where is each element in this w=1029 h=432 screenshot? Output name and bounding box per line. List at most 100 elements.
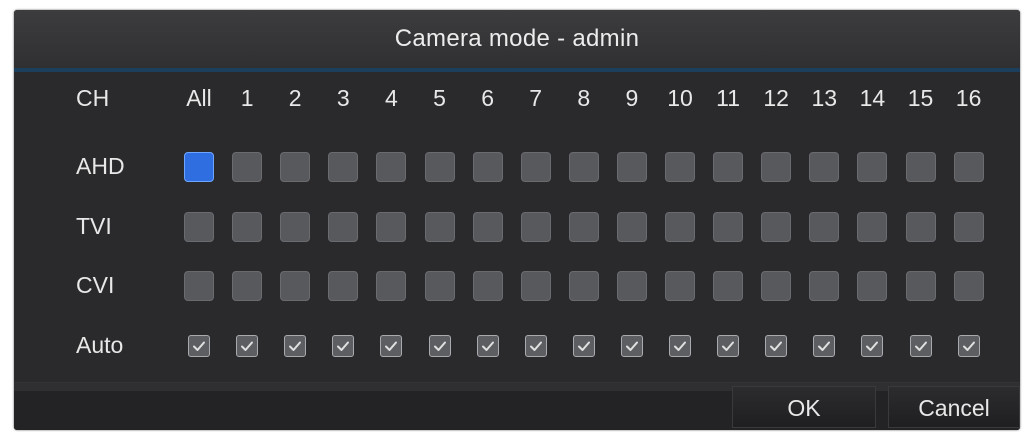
ahd-option-ch4[interactable] bbox=[376, 152, 407, 182]
ahd-option-ch9[interactable] bbox=[616, 152, 647, 182]
tvi-option-ch6[interactable] bbox=[472, 212, 503, 242]
ahd-option-ch7[interactable] bbox=[520, 152, 551, 182]
row-cvi: CVI bbox=[14, 267, 1020, 303]
tvi-option-ch2[interactable] bbox=[280, 212, 311, 242]
check-icon bbox=[337, 341, 350, 351]
cvi-option-all[interactable] bbox=[184, 271, 214, 301]
auto-checkbox-ch1[interactable] bbox=[236, 335, 259, 357]
tvi-option-ch8[interactable] bbox=[568, 212, 599, 242]
ahd-option-ch13[interactable] bbox=[809, 152, 840, 182]
tvi-option-ch11[interactable] bbox=[713, 212, 744, 242]
row-label-auto: Auto bbox=[76, 332, 124, 358]
cvi-option-ch3[interactable] bbox=[328, 271, 359, 301]
col-label-ch9: 9 bbox=[625, 85, 639, 111]
tvi-option-ch7[interactable] bbox=[520, 212, 551, 242]
auto-checkbox-ch11[interactable] bbox=[717, 335, 740, 357]
auto-checkbox-all[interactable] bbox=[188, 335, 210, 357]
col-label-all: All bbox=[186, 85, 212, 111]
check-icon bbox=[385, 341, 398, 351]
ahd-option-ch3[interactable] bbox=[328, 152, 359, 182]
cvi-option-ch5[interactable] bbox=[424, 271, 455, 301]
camera-mode-dialog: Camera mode - admin CH All 1 2 3 4 5 6 7 8 9 10 11 1… bbox=[14, 10, 1020, 430]
auto-checkbox-ch12[interactable] bbox=[765, 335, 788, 357]
tvi-option-ch14[interactable] bbox=[857, 212, 888, 242]
check-icon bbox=[770, 341, 783, 351]
tvi-option-ch12[interactable] bbox=[761, 212, 792, 242]
cvi-option-ch4[interactable] bbox=[376, 271, 407, 301]
tvi-option-ch13[interactable] bbox=[809, 212, 840, 242]
camera-mode-grid: CH All 1 2 3 4 5 6 7 8 9 10 11 12 13 14 15 16 AHD TVI CV… bbox=[14, 72, 1020, 382]
row-tvi: TVI bbox=[14, 208, 1020, 244]
ahd-option-ch14[interactable] bbox=[857, 152, 888, 182]
check-icon bbox=[818, 341, 831, 351]
check-icon bbox=[722, 341, 735, 351]
tvi-option-ch3[interactable] bbox=[328, 212, 359, 242]
auto-checkbox-ch2[interactable] bbox=[284, 335, 307, 357]
tvi-option-ch15[interactable] bbox=[905, 212, 936, 242]
auto-checkbox-ch16[interactable] bbox=[957, 335, 980, 357]
row-label-tvi: TVI bbox=[76, 213, 112, 239]
auto-checkbox-ch3[interactable] bbox=[332, 335, 355, 357]
ahd-option-ch10[interactable] bbox=[665, 152, 695, 182]
auto-checkbox-ch8[interactable] bbox=[572, 335, 595, 357]
ahd-option-ch2[interactable] bbox=[280, 152, 311, 182]
tvi-option-ch10[interactable] bbox=[665, 212, 695, 242]
cvi-option-ch14[interactable] bbox=[857, 271, 888, 301]
ahd-option-ch5[interactable] bbox=[424, 152, 455, 182]
cvi-option-ch15[interactable] bbox=[905, 271, 936, 301]
cvi-option-ch16[interactable] bbox=[953, 271, 984, 301]
auto-checkbox-ch14[interactable] bbox=[861, 335, 884, 357]
check-icon bbox=[529, 341, 542, 351]
cvi-option-ch2[interactable] bbox=[280, 271, 311, 301]
tvi-option-ch9[interactable] bbox=[616, 212, 647, 242]
auto-checkbox-ch5[interactable] bbox=[428, 335, 451, 357]
cvi-option-ch12[interactable] bbox=[761, 271, 792, 301]
check-icon bbox=[914, 341, 927, 351]
ahd-option-ch12[interactable] bbox=[761, 152, 792, 182]
ahd-option-all[interactable] bbox=[184, 152, 214, 182]
tvi-option-ch5[interactable] bbox=[424, 212, 455, 242]
cvi-option-ch8[interactable] bbox=[568, 271, 599, 301]
ahd-option-ch6[interactable] bbox=[472, 152, 503, 182]
check-icon bbox=[577, 341, 590, 351]
check-icon bbox=[241, 341, 254, 351]
ahd-option-ch11[interactable] bbox=[713, 152, 744, 182]
auto-checkbox-ch13[interactable] bbox=[813, 335, 836, 357]
tvi-option-ch1[interactable] bbox=[232, 212, 263, 242]
auto-checkbox-ch4[interactable] bbox=[380, 335, 403, 357]
cancel-button[interactable]: Cancel bbox=[888, 386, 1020, 428]
col-label-ch2: 2 bbox=[288, 85, 302, 111]
ok-button[interactable]: OK bbox=[732, 386, 876, 428]
cvi-option-ch6[interactable] bbox=[472, 271, 503, 301]
ahd-option-ch16[interactable] bbox=[953, 152, 984, 182]
title-bar: Camera mode - admin bbox=[14, 10, 1020, 68]
auto-checkbox-ch10[interactable] bbox=[669, 335, 691, 357]
check-icon bbox=[625, 341, 638, 351]
col-label-ch13: 13 bbox=[811, 85, 838, 111]
tvi-option-all[interactable] bbox=[184, 212, 214, 242]
col-label-ch7: 7 bbox=[529, 85, 543, 111]
ahd-option-ch15[interactable] bbox=[905, 152, 936, 182]
cvi-option-ch1[interactable] bbox=[232, 271, 263, 301]
check-icon bbox=[193, 341, 205, 351]
col-label-ch1: 1 bbox=[240, 85, 254, 111]
col-label-ch3: 3 bbox=[336, 85, 350, 111]
cvi-option-ch10[interactable] bbox=[665, 271, 695, 301]
cvi-option-ch7[interactable] bbox=[520, 271, 551, 301]
tvi-option-ch4[interactable] bbox=[376, 212, 407, 242]
col-label-ch8: 8 bbox=[577, 85, 591, 111]
check-icon bbox=[866, 341, 879, 351]
ahd-option-ch8[interactable] bbox=[568, 152, 599, 182]
col-label-ch11: 11 bbox=[716, 85, 741, 111]
cvi-option-ch13[interactable] bbox=[809, 271, 840, 301]
auto-checkbox-ch9[interactable] bbox=[620, 335, 643, 357]
auto-checkbox-ch6[interactable] bbox=[476, 335, 499, 357]
check-icon bbox=[289, 341, 302, 351]
ahd-option-ch1[interactable] bbox=[232, 152, 263, 182]
cvi-option-ch11[interactable] bbox=[713, 271, 744, 301]
ch-label: CH bbox=[76, 85, 110, 111]
tvi-option-ch16[interactable] bbox=[953, 212, 984, 242]
auto-checkbox-ch15[interactable] bbox=[909, 335, 932, 357]
cvi-option-ch9[interactable] bbox=[616, 271, 647, 301]
auto-checkbox-ch7[interactable] bbox=[524, 335, 547, 357]
